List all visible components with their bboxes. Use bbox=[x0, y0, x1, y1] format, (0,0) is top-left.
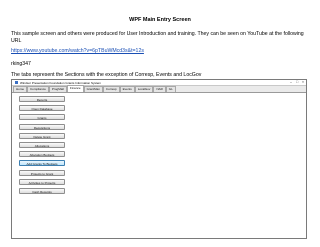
requisitions-button[interactable]: Requisitions bbox=[19, 123, 65, 130]
intro-paragraph: This sample screen and others were produ… bbox=[11, 31, 304, 44]
tab-corresp[interactable]: Corresp bbox=[102, 86, 120, 92]
document-title: WPF Main Entry Screen bbox=[129, 17, 191, 23]
tab-gl[interactable]: GL bbox=[165, 86, 176, 92]
tab-compliance[interactable]: Compliance bbox=[27, 86, 49, 92]
delete-grant-button[interactable]: Delete Grant bbox=[19, 132, 65, 139]
tab-grantman[interactable]: GrantMan bbox=[83, 86, 103, 92]
section-tabs: Home Compliance ProgMatl Finance GrantMa… bbox=[12, 85, 306, 93]
open-database-button[interactable]: Open Database bbox=[19, 105, 65, 112]
window-title: Windsor Presentation Foundation Grants I… bbox=[20, 80, 102, 85]
projects-to-grant-button[interactable]: Projects to Grant bbox=[19, 169, 65, 176]
app-icon bbox=[15, 81, 18, 84]
tab-nar[interactable]: NAR bbox=[153, 86, 166, 92]
tab-progmatl[interactable]: ProgMatl bbox=[48, 86, 67, 92]
tabs-note: The tabs represent the Sections with the… bbox=[11, 72, 202, 78]
youtube-link[interactable]: https://www.youtube.com/watch?v=6pTBuWMc… bbox=[11, 48, 311, 55]
add-grants-to-budgets-button[interactable]: Add Grants To Budgets bbox=[19, 160, 65, 167]
grants-button[interactable]: Grants bbox=[19, 114, 65, 121]
cash-receipts-button[interactable]: Cash Receipts bbox=[19, 187, 65, 194]
user-name: rking347 bbox=[11, 61, 31, 67]
allocation-budgets-button[interactable]: Allocation Budgets bbox=[19, 151, 65, 158]
finance-panel: Reports Open Database Grants Requisition… bbox=[12, 93, 306, 238]
app-window: Windsor Presentation Foundation Grants I… bbox=[11, 79, 307, 239]
tab-home[interactable]: Home bbox=[13, 86, 28, 92]
close-icon[interactable]: × bbox=[300, 80, 306, 85]
tab-events[interactable]: Events bbox=[119, 86, 135, 92]
reports-button[interactable]: Reports bbox=[19, 96, 65, 102]
allocations-button[interactable]: Allocations bbox=[19, 141, 65, 148]
finance-button-column: Reports Open Database Grants Requisition… bbox=[19, 96, 65, 197]
tab-localgov[interactable]: LocalGov bbox=[134, 86, 154, 92]
activities-to-projects-button[interactable]: Activities to Projects bbox=[19, 178, 65, 185]
tab-finance[interactable]: Finance bbox=[66, 85, 84, 92]
